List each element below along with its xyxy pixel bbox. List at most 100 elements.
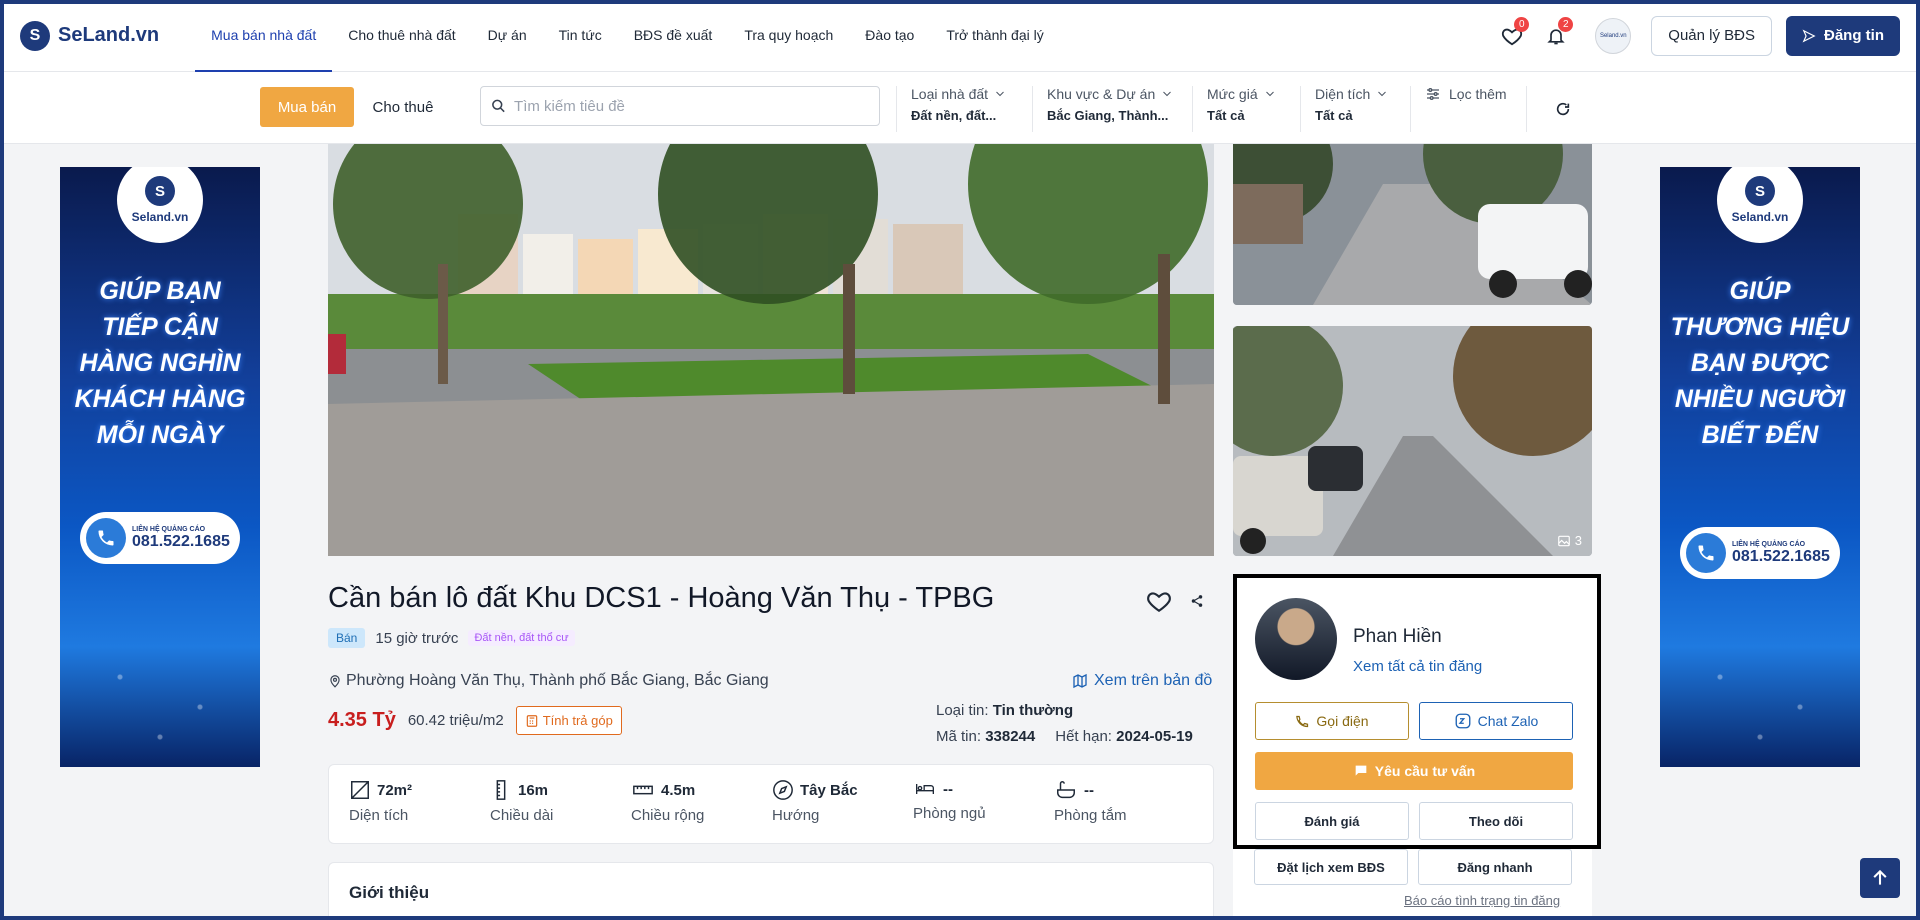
logo-pin-icon: S [1745,176,1775,206]
nav-item-buy-sell[interactable]: Mua bán nhà đất [195,0,333,72]
view-on-map-link[interactable]: Xem trên bản đồ [1072,672,1212,690]
more-filters-button[interactable]: Lọc thêm [1410,86,1507,132]
zalo-icon [1455,713,1471,729]
report-listing-link[interactable]: Báo cáo tình trạng tin đăng [1404,893,1560,908]
reset-filter-button[interactable] [1526,86,1571,132]
nav-item-suggested[interactable]: BĐS đề xuất [618,0,729,72]
address-text: Phường Hoàng Văn Thụ, Thành phố Bắc Gian… [346,672,769,689]
rent-tab[interactable]: Cho thuê [356,87,450,127]
right-ad-banner[interactable]: S Seland.vn GIÚP THƯƠNG HIỆU BẠN ĐƯỢC NH… [1660,167,1860,767]
buy-tab[interactable]: Mua bán [260,87,354,127]
spec-value: Tây Bắc [800,781,858,799]
ad-slogan-line: TIẾP CẬN [102,313,218,341]
property-specs: 72m² Diện tích 16m Chiều dài 4.5m Chiều … [328,764,1214,844]
agent-name[interactable]: Phan Hiền [1353,626,1442,648]
chat-icon [1355,765,1367,776]
filter-price[interactable]: Mức giá Tất cả [1192,86,1276,132]
notifications-badge: 2 [1558,16,1574,32]
share-icon [1191,595,1203,607]
phone-icon [86,518,126,558]
search-input[interactable] [514,97,869,115]
logo[interactable]: S SeLand.vn [20,20,160,51]
follow-button[interactable]: Theo dõi [1419,802,1573,840]
installment-calculator-button[interactable]: Tính trả góp [515,706,622,735]
main-nav: Mua bán nhà đất Cho thuê nhà đất Dự án T… [195,0,1060,72]
ad-logo: S Seland.vn [1717,167,1803,243]
view-all-posts-link[interactable]: Xem tất cả tin đăng [1353,658,1482,675]
street-park-photo [328,144,1214,556]
manage-property-button[interactable]: Quản lý BĐS [1651,15,1772,56]
main-photo[interactable] [328,144,1214,556]
request-consultation-button[interactable]: Yêu cầu tư vấn [1255,752,1573,790]
notifications-button[interactable]: 2 [1541,16,1574,51]
logo-text: SeLand.vn [58,24,160,46]
side-photo-2[interactable]: 3 [1233,326,1592,556]
nav-item-agent[interactable]: Trở thành đại lý [930,0,1059,72]
logo-pin-icon: S [145,176,175,206]
street-photo-1 [1233,144,1592,305]
filter-area-value: Bắc Giang, Thành... [1047,108,1169,123]
nav-item-planning[interactable]: Tra quy hoạch [728,0,849,72]
posted-time: 15 giờ trước [375,629,459,647]
side-photo-1[interactable] [1233,144,1592,305]
save-heart-icon[interactable] [1146,588,1172,614]
filter-price-value: Tất cả [1207,108,1245,123]
nav-item-projects[interactable]: Dự án [472,0,543,72]
quick-post-button[interactable]: Đăng nhanh [1418,849,1572,885]
chevron-down-icon [996,91,1004,97]
review-button[interactable]: Đánh giá [1255,802,1409,840]
spec-label: Phòng ngủ [913,805,986,822]
spec-area: 72m² Diện tích [349,779,490,843]
nav-item-news[interactable]: Tin tức [543,0,618,72]
expiry-label: Hết hạn: [1055,728,1112,745]
bath-icon [1057,781,1075,799]
spec-length: 16m Chiều dài [490,779,631,843]
request-consultation-label: Yêu cầu tư vấn [1374,763,1476,779]
listing-address: Phường Hoàng Văn Thụ, Thành phố Bắc Gian… [328,672,769,690]
spec-value: -- [1084,781,1094,799]
photo-count-value: 3 [1574,533,1582,548]
view-on-map-label: Xem trên bản đồ [1094,672,1213,689]
filter-type-value: Đất nền, đất... [911,108,997,123]
agent-avatar[interactable] [1255,598,1337,680]
introduction-heading: Giới thiệu [349,883,430,902]
photo-count[interactable]: 3 [1557,533,1582,548]
ad-contact-label: LIÊN HỆ QUẢNG CÁO [132,525,206,533]
listing-title: Cần bán lô đất Khu DCS1 - Hoàng Văn Thụ … [328,582,995,614]
back-to-top-button[interactable] [1860,858,1900,898]
filter-size[interactable]: Diện tích Tất cả [1300,86,1388,132]
contact-extra: Đặt lịch xem BĐS Đăng nhanh Báo cáo tình… [1233,849,1592,920]
call-label: Gọi điện [1316,713,1369,729]
filter-area[interactable]: Khu vực & Dự án Bắc Giang, Thành... [1032,86,1173,132]
spec-value: -- [943,780,953,798]
filter-property-type[interactable]: Loại nhà đất Đất nền, đất... [896,86,1006,132]
share-button[interactable] [1182,586,1212,616]
chat-zalo-button[interactable]: Chat Zalo [1419,702,1573,740]
ad-slogan-line: KHÁCH HÀNG [74,385,246,413]
nav-item-training[interactable]: Đào tạo [849,0,930,72]
image-icon [1557,535,1570,546]
street-photo-2 [1233,326,1592,556]
search-filter-bar: Mua bán Cho thuê Loại nhà đất Đất nền, đ… [0,72,1920,144]
filter-area-label: Khu vực & Dự án [1047,86,1156,102]
nav-item-rent[interactable]: Cho thuê nhà đất [332,0,471,72]
property-type-tag: Đất nền, đất thổ cư [468,630,575,646]
spec-label: Chiều rộng [631,807,705,824]
post-listing-label: Đăng tin [1824,27,1884,44]
favorites-button[interactable]: 0 [1497,16,1530,51]
sliders-icon [1427,88,1439,100]
ad-slogan-line: MỖI NGÀY [96,421,224,449]
listing-code-label: Mã tin: [936,728,982,745]
left-ad-banner[interactable]: S Seland.vn GIÚP BẠN TIẾP CẬN HÀNG NGHÌN… [60,167,260,767]
introduction-section: Giới thiệu [328,862,1214,920]
call-button[interactable]: Gọi điện [1255,702,1409,740]
ad-slogan-line: THƯƠNG HIỆU [1670,313,1850,341]
user-avatar[interactable]: Seland.vn [1595,17,1632,54]
ad-slogan: GIÚP BẠN TIẾP CẬN HÀNG NGHÌN KHÁCH HÀNG … [60,273,260,453]
bed-icon [916,784,934,794]
post-listing-button[interactable]: Đăng tin [1786,15,1900,56]
filter-size-label: Diện tích [1315,86,1371,102]
chevron-down-icon [1378,91,1387,97]
spec-label: Hướng [772,807,820,824]
schedule-viewing-button[interactable]: Đặt lịch xem BĐS [1254,849,1408,885]
